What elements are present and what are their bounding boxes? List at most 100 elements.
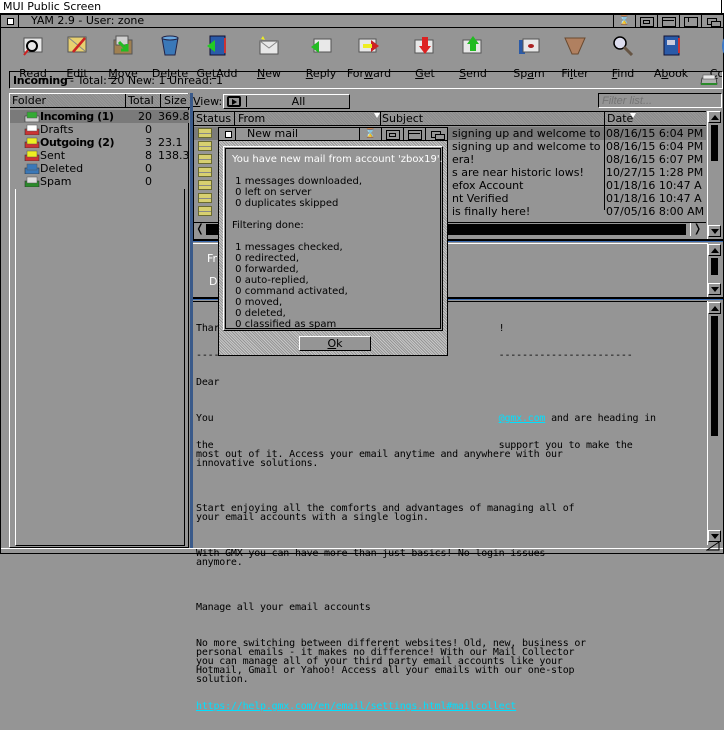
screen-title-bar: MUI Public Screen <box>0 0 724 14</box>
message-list-vscrollbar[interactable] <box>707 111 721 239</box>
filter-summary: 1 messages checked, 0 redirected, 0 forw… <box>235 242 348 330</box>
date-sort-indicator-icon <box>630 113 636 118</box>
size-gadget-icon[interactable] <box>657 15 679 28</box>
size-gadget-icon[interactable] <box>403 128 425 141</box>
new-mail-dialog: New mail ⌛ You have new mail from accoun… <box>218 127 448 356</box>
vscroll-knob[interactable] <box>711 258 718 275</box>
hourglass-gadget-icon[interactable]: ⌛ <box>613 15 635 28</box>
folder-status-bar: Incoming - Total: 20 New: 1 Unread: 1 <box>9 71 723 89</box>
view-label: View: <box>193 95 223 108</box>
message-subject: signing up and welcome to G... <box>452 140 602 153</box>
reply-icon <box>311 38 332 53</box>
folder-item[interactable]: Outgoing (2) 3 23.1 <box>10 136 189 149</box>
unread-envelope-icon <box>198 141 212 151</box>
filter-heading: Filtering done: <box>232 220 304 231</box>
mail-body-text: Thar ! ---- ----------------------- Dear… <box>196 323 656 712</box>
deleted-folder-icon <box>24 163 40 174</box>
dialog-titlebar[interactable]: New mail ⌛ <box>219 128 447 141</box>
header-from-label: Fr <box>207 252 218 265</box>
ok-button[interactable]: Ok <box>299 336 371 351</box>
vscroll-knob[interactable] <box>711 125 718 161</box>
email-link[interactable]: @gmx.com <box>499 413 546 424</box>
find-icon <box>613 36 634 56</box>
folder-item[interactable]: Spam 0 <box>10 175 189 188</box>
filter-list-input[interactable] <box>598 93 722 108</box>
message-subject: signing up and welcome to G... <box>452 127 602 140</box>
cycle-icon <box>227 96 241 107</box>
unread-envelope-icon <box>198 128 212 138</box>
config-icon <box>722 38 724 54</box>
folder-list-pane: Folder Total Size Incoming (1) 20 369.8 Dra… <box>9 93 190 548</box>
folder-name: Incoming (1) <box>40 110 114 123</box>
scroll-up-icon[interactable] <box>708 244 721 256</box>
folder-column-header[interactable]: Folder <box>12 94 46 108</box>
folder-item[interactable]: Drafts 0 <box>10 123 189 136</box>
spam-folder-icon <box>24 176 40 187</box>
subject-column-header[interactable]: Subject <box>382 112 423 126</box>
vscroll-knob[interactable] <box>711 316 718 436</box>
scroll-down-icon[interactable] <box>708 225 721 237</box>
message-date: 08/16/15 6:04 PM <box>606 127 704 140</box>
message-date: 10/27/15 1:28 PM <box>606 166 704 179</box>
window-titlebar[interactable]: YAM 2.9 - User: zone ⌛ <box>1 15 723 28</box>
resize-grip-icon[interactable] <box>706 541 720 551</box>
folder-item[interactable]: Incoming (1) 20 369.8 <box>10 110 190 123</box>
total-column-header[interactable]: Total <box>128 94 154 108</box>
get-icon <box>414 37 434 54</box>
unread-envelope-icon <box>198 154 212 164</box>
scroll-left-icon[interactable]: ❬ <box>194 223 206 236</box>
message-date: 01/18/16 10:47 A <box>606 192 702 205</box>
view-cycle-button[interactable]: All <box>223 94 350 109</box>
zoom-gadget-icon[interactable] <box>381 128 403 141</box>
new-icon <box>259 36 279 55</box>
from-column-header[interactable]: From <box>238 112 265 126</box>
folder-total: 0 <box>145 175 152 188</box>
size-column-header[interactable]: Size <box>164 94 187 108</box>
current-folder-name: Incoming <box>13 74 68 87</box>
scroll-down-icon[interactable] <box>708 283 721 295</box>
message-subject: era! <box>452 153 475 166</box>
window-title: YAM 2.9 - User: zone <box>31 14 145 27</box>
filter-icon <box>564 37 586 55</box>
window-bottom-border <box>1 548 723 554</box>
send-icon <box>462 36 482 54</box>
folder-name: Sent <box>40 149 66 162</box>
scroll-right-icon[interactable]: ❭ <box>690 223 704 236</box>
message-subject: nt Verified <box>452 192 509 205</box>
close-gadget-icon[interactable] <box>1 15 19 28</box>
outgoing-folder-icon <box>24 137 40 148</box>
drafts-folder-icon <box>24 124 40 135</box>
folder-item[interactable]: Deleted 0 <box>10 162 189 175</box>
unread-envelope-icon <box>198 206 212 216</box>
message-date: 08/16/15 6:07 PM <box>606 153 704 166</box>
hourglass-gadget-icon[interactable]: ⌛ <box>359 128 381 141</box>
sent-folder-icon <box>24 150 40 161</box>
dialog-headline: You have new mail from account 'zbox19'. <box>232 154 443 165</box>
folder-total: 3 <box>145 136 152 149</box>
depth-gadget-icon[interactable] <box>701 15 723 28</box>
folder-list-empty-area <box>15 189 185 546</box>
folder-name: Deleted <box>40 162 84 175</box>
dialog-title: New mail <box>247 127 299 140</box>
status-column-header[interactable]: Status <box>196 112 231 126</box>
zoom-gadget-icon[interactable] <box>635 15 657 28</box>
folder-size: 23.1 <box>158 136 183 149</box>
folder-size: 138.3 <box>158 149 190 162</box>
edit-icon <box>67 36 87 53</box>
dialog-close-gadget-icon[interactable] <box>219 128 236 141</box>
folder-item[interactable]: Sent 8 138.3 <box>10 149 190 162</box>
iconify-gadget-icon[interactable] <box>679 15 701 28</box>
body-pane-vscrollbar[interactable] <box>707 301 721 545</box>
screen-title: MUI Public Screen <box>3 0 102 13</box>
folder-stats: - Total: 20 New: 1 Unread: 1 <box>70 74 223 87</box>
message-date: 07/05/16 8:00 AM <box>606 205 705 218</box>
move-icon <box>113 35 133 55</box>
scroll-up-icon[interactable] <box>708 111 721 123</box>
scroll-up-icon[interactable] <box>708 302 721 314</box>
header-pane-vscrollbar[interactable] <box>707 243 721 297</box>
getadd-icon <box>207 35 226 56</box>
depth-gadget-icon[interactable] <box>425 128 447 141</box>
folder-name: Drafts <box>40 123 74 136</box>
mail-collector-link[interactable]: https://help.gmx.com/en/email/settings.h… <box>196 702 656 712</box>
dialog-text: You have new mail from account 'zbox19'.… <box>232 154 443 330</box>
